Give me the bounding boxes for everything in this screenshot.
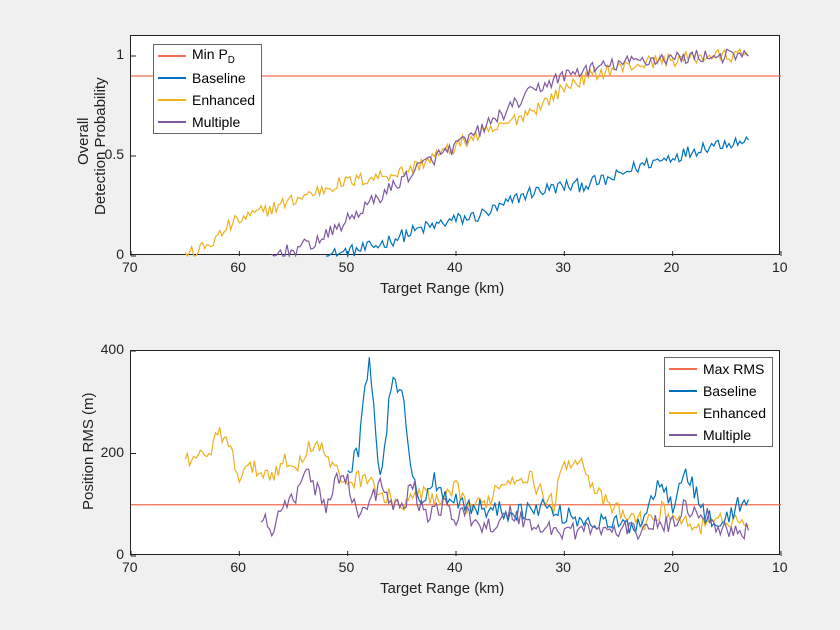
legend-label: Enhanced bbox=[703, 405, 766, 421]
legend-item-multiple: Multiple bbox=[665, 424, 772, 446]
legend-label: Baseline bbox=[192, 70, 246, 86]
xtick-label: 60 bbox=[230, 259, 246, 275]
ytick-label: 200 bbox=[101, 444, 124, 460]
xtick-label: 50 bbox=[339, 559, 355, 575]
legend-swatch bbox=[158, 121, 186, 123]
xlabel-bottom: Target Range (km) bbox=[380, 580, 504, 597]
legend-label: Max RMS bbox=[703, 361, 764, 377]
ytick-label: 0 bbox=[116, 546, 124, 562]
legend-item-baseline: Baseline bbox=[665, 380, 772, 402]
legend-label: Multiple bbox=[192, 114, 240, 130]
legend-swatch bbox=[158, 55, 186, 57]
xtick-label: 30 bbox=[555, 559, 571, 575]
legend-item-enhanced: Enhanced bbox=[154, 89, 261, 111]
legend-label: Multiple bbox=[703, 427, 751, 443]
legend-swatch bbox=[669, 390, 697, 392]
legend-label: Min PD bbox=[192, 46, 235, 66]
ytick-label: 0 bbox=[116, 246, 124, 262]
legend-item-maxrms: Max RMS bbox=[665, 358, 772, 380]
xtick-label: 70 bbox=[122, 259, 138, 275]
legend-swatch bbox=[158, 77, 186, 79]
xtick-label: 20 bbox=[664, 259, 680, 275]
series-baseline bbox=[326, 137, 749, 256]
ylabel-top-line1: Overall bbox=[75, 117, 92, 165]
legend-swatch bbox=[669, 434, 697, 436]
legend-label: Baseline bbox=[703, 383, 757, 399]
xtick-label: 50 bbox=[339, 259, 355, 275]
xtick-label: 30 bbox=[555, 259, 571, 275]
xtick-label: 70 bbox=[122, 559, 138, 575]
figure: Min PD Baseline Enhanced Multiple Max RM… bbox=[0, 0, 840, 630]
xtick-label: 60 bbox=[230, 559, 246, 575]
xtick-label: 10 bbox=[772, 559, 788, 575]
xtick-label: 40 bbox=[447, 559, 463, 575]
xtick-label: 10 bbox=[772, 259, 788, 275]
ylabel-bottom: Position RMS (m) bbox=[80, 392, 97, 510]
legend-swatch bbox=[669, 368, 697, 370]
legend-item-minpd: Min PD bbox=[154, 45, 261, 67]
legend-swatch bbox=[669, 412, 697, 414]
legend-bottom: Max RMS Baseline Enhanced Multiple bbox=[664, 357, 773, 447]
legend-item-multiple: Multiple bbox=[154, 111, 261, 133]
legend-item-enhanced: Enhanced bbox=[665, 402, 772, 424]
ytick-label: 400 bbox=[101, 341, 124, 357]
legend-label: Enhanced bbox=[192, 92, 255, 108]
legend-item-baseline: Baseline bbox=[154, 67, 261, 89]
axes-bottom: Max RMS Baseline Enhanced Multiple bbox=[130, 350, 780, 555]
xtick-label: 20 bbox=[664, 559, 680, 575]
ytick-label: 1 bbox=[116, 46, 124, 62]
xlabel-top: Target Range (km) bbox=[380, 280, 504, 297]
legend-swatch bbox=[158, 99, 186, 101]
xtick-label: 40 bbox=[447, 259, 463, 275]
legend-top: Min PD Baseline Enhanced Multiple bbox=[153, 44, 262, 134]
ytick-label: 0.5 bbox=[105, 146, 124, 162]
axes-top: Min PD Baseline Enhanced Multiple bbox=[130, 35, 780, 255]
series-enhanced bbox=[185, 49, 748, 256]
